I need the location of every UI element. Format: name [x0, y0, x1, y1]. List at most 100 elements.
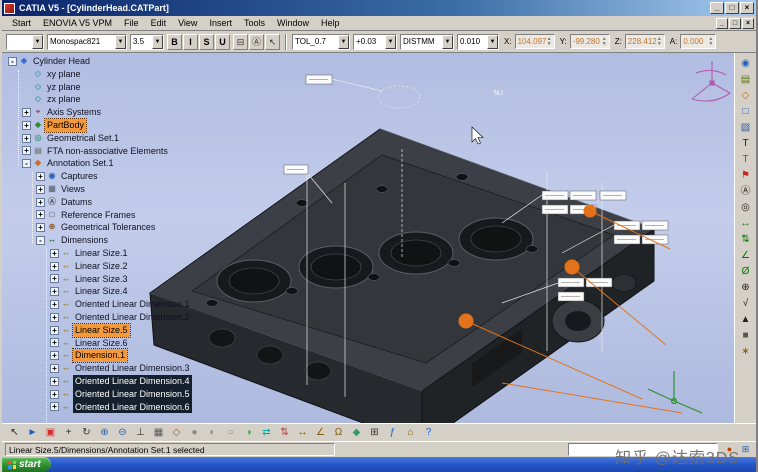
a-coordinate-field[interactable]: 0.000 ▲ ▼ — [680, 34, 717, 49]
tree-item[interactable]: + ◎ Geometrical Set.1 — [8, 132, 243, 145]
expand-icon[interactable]: + — [50, 287, 59, 297]
start-button[interactable]: start — [2, 457, 51, 472]
distance-value-field[interactable]: 0.010 ▼ — [457, 33, 499, 50]
tree-item-label[interactable]: Reference Frames — [59, 209, 138, 222]
shading-edges-icon[interactable]: ◐ — [204, 425, 221, 440]
expand-icon[interactable]: + — [50, 312, 59, 322]
tree-item[interactable]: + ▤ FTA non-associative Elements — [8, 145, 243, 158]
stacked-dimension-icon[interactable]: ⇅ — [737, 232, 754, 247]
spinner-icon[interactable]: ▲ ▼ — [708, 36, 713, 47]
spinner-icon[interactable]: ▲ ▼ — [657, 36, 662, 47]
chevron-down-icon[interactable]: ▼ — [385, 34, 396, 49]
chevron-down-icon[interactable]: ▼ — [32, 34, 43, 49]
tree-item-label[interactable]: Dimensions — [59, 234, 110, 247]
expand-icon[interactable]: + — [50, 300, 59, 310]
tree-item[interactable]: + ⌖ Axis Systems — [8, 106, 243, 119]
tree-item-label[interactable]: FTA non-associative Elements — [45, 145, 170, 158]
collapse-icon[interactable]: - — [22, 159, 31, 169]
titlebar[interactable]: CATIA V5 - [CylinderHead.CATPart] _ □ × — [2, 0, 756, 16]
knowledge-icon[interactable]: ƒ — [384, 425, 401, 440]
fit-all-icon[interactable]: ▣ — [42, 425, 59, 440]
measure-between-icon[interactable]: ↔ — [294, 425, 311, 440]
frame-icon[interactable]: ■ — [737, 328, 754, 343]
tree-item-label[interactable]: zx plane — [45, 93, 83, 106]
expand-icon[interactable]: + — [50, 325, 59, 335]
expand-icon[interactable]: + — [22, 120, 31, 130]
help-icon[interactable]: ? — [420, 425, 437, 440]
expand-icon[interactable]: + — [36, 172, 45, 182]
strikethrough-button[interactable]: S — [199, 33, 214, 50]
expand-icon[interactable]: + — [50, 364, 59, 374]
front-view-icon[interactable]: □ — [737, 104, 754, 119]
tree-item[interactable]: + ↔ Linear Size.3 — [8, 273, 243, 286]
geometric-tolerance-icon[interactable]: ⊕ — [737, 280, 754, 295]
tree-item[interactable]: - ↔ Dimensions — [8, 234, 243, 247]
compass-icon[interactable] — [691, 61, 731, 102]
collapse-icon[interactable]: - — [8, 56, 17, 66]
tree-item[interactable]: + ↔ Dimension.1 — [8, 348, 243, 364]
expand-icon[interactable]: + — [36, 223, 45, 233]
noa-icon[interactable]: ∗ — [737, 344, 754, 359]
expand-icon[interactable]: + — [22, 146, 31, 156]
text-with-leader-icon[interactable]: T — [737, 152, 754, 167]
y-coordinate-field[interactable]: -99.280 ▲ ▼ — [569, 34, 610, 49]
chevron-down-icon[interactable]: ▼ — [487, 34, 498, 49]
swap-space-icon[interactable]: ⇄ — [258, 425, 275, 440]
menu-enovia-v5-vpm[interactable]: ENOVIA V5 VPM — [37, 17, 118, 29]
menu-insert[interactable]: Insert — [203, 17, 238, 29]
view-list-icon[interactable]: ▤ — [737, 72, 754, 87]
text-anchor-icon[interactable]: ⊟ — [233, 33, 248, 50]
tree-item-label[interactable]: Oriented Linear Dimension.3 — [73, 362, 192, 375]
x-coordinate-field[interactable]: 104.097 ▲ ▼ — [514, 34, 555, 49]
tree-item-label[interactable]: Annotation Set.1 — [45, 157, 116, 170]
expand-icon[interactable]: + — [36, 197, 45, 207]
menu-tools[interactable]: Tools — [238, 17, 271, 29]
spinner-icon[interactable]: ▲ ▼ — [602, 36, 607, 47]
capture-icon[interactable]: ◉ — [737, 56, 754, 71]
tree-item-label[interactable]: Linear Size.6 — [73, 337, 130, 350]
tree-item[interactable]: - ◆ Annotation Set.1 — [8, 157, 243, 170]
status-panel-icon[interactable]: ⊞ — [738, 443, 753, 456]
tree-item-label[interactable]: Cylinder Head — [31, 55, 92, 68]
tree-item-label[interactable]: Oriented Linear Dimension.4 — [73, 374, 192, 388]
tree-item[interactable]: + ↔ Linear Size.1 — [8, 247, 243, 260]
annotation-plane-icon[interactable]: ◇ — [737, 88, 754, 103]
menu-help[interactable]: Help — [315, 17, 346, 29]
maximize-button[interactable]: □ — [725, 2, 739, 14]
tree-item[interactable]: + ↔ Oriented Linear Dimension.1 — [8, 298, 243, 311]
multi-view-icon[interactable]: ▦ — [150, 425, 167, 440]
menu-start[interactable]: Start — [6, 17, 37, 29]
measure-item-icon[interactable]: ∠ — [312, 425, 329, 440]
expand-icon[interactable]: + — [50, 389, 59, 399]
tolerance-value-field[interactable]: +0.03 ▼ — [353, 33, 397, 50]
datum-feature-icon[interactable]: Ⓐ — [737, 184, 754, 199]
chevron-down-icon[interactable]: ▼ — [152, 34, 163, 49]
tree-item[interactable]: ◇ zx plane — [8, 93, 243, 106]
angle-dimension-icon[interactable]: ∠ — [737, 248, 754, 263]
mass-properties-icon[interactable]: Ω — [330, 425, 347, 440]
tree-item[interactable]: + ↔ Oriented Linear Dimension.5 — [8, 387, 243, 401]
tree-item[interactable]: ◇ xy plane — [8, 68, 243, 81]
underline-button[interactable]: U — [215, 33, 230, 50]
tree-item[interactable]: + □ Reference Frames — [8, 209, 243, 222]
select-icon[interactable]: ↖ — [6, 425, 23, 440]
apply-material-icon[interactable]: ◆ — [348, 425, 365, 440]
tree-item-label[interactable]: Captures — [59, 170, 100, 183]
expand-icon[interactable]: + — [22, 108, 31, 118]
leader-symbol-icon[interactable]: ↖ — [265, 33, 280, 50]
font-combo[interactable]: Monospac821 ▼ — [47, 33, 127, 50]
tree-item[interactable]: + ↔ Oriented Linear Dimension.3 — [8, 362, 243, 375]
expand-icon[interactable]: + — [50, 261, 59, 271]
normal-view-icon[interactable]: ⊥ — [132, 425, 149, 440]
tree-item[interactable]: + ↔ Linear Size.4 — [8, 285, 243, 298]
tree-item-label[interactable]: Oriented Linear Dimension.1 — [73, 298, 192, 311]
bold-button[interactable]: B — [167, 33, 182, 50]
tree-item-label[interactable]: Linear Size.2 — [73, 260, 130, 273]
flag-note-icon[interactable]: ⚑ — [737, 168, 754, 183]
weld-symbol-icon[interactable]: ▲ — [737, 312, 754, 327]
graph-icon[interactable]: ⊞ — [366, 425, 383, 440]
diameter-dimension-icon[interactable]: Ø — [737, 264, 754, 279]
tree-item-label[interactable]: Linear Size.4 — [73, 285, 130, 298]
tree-item-label[interactable]: PartBody — [43, 118, 88, 133]
tree-item-label[interactable]: Views — [59, 183, 87, 196]
